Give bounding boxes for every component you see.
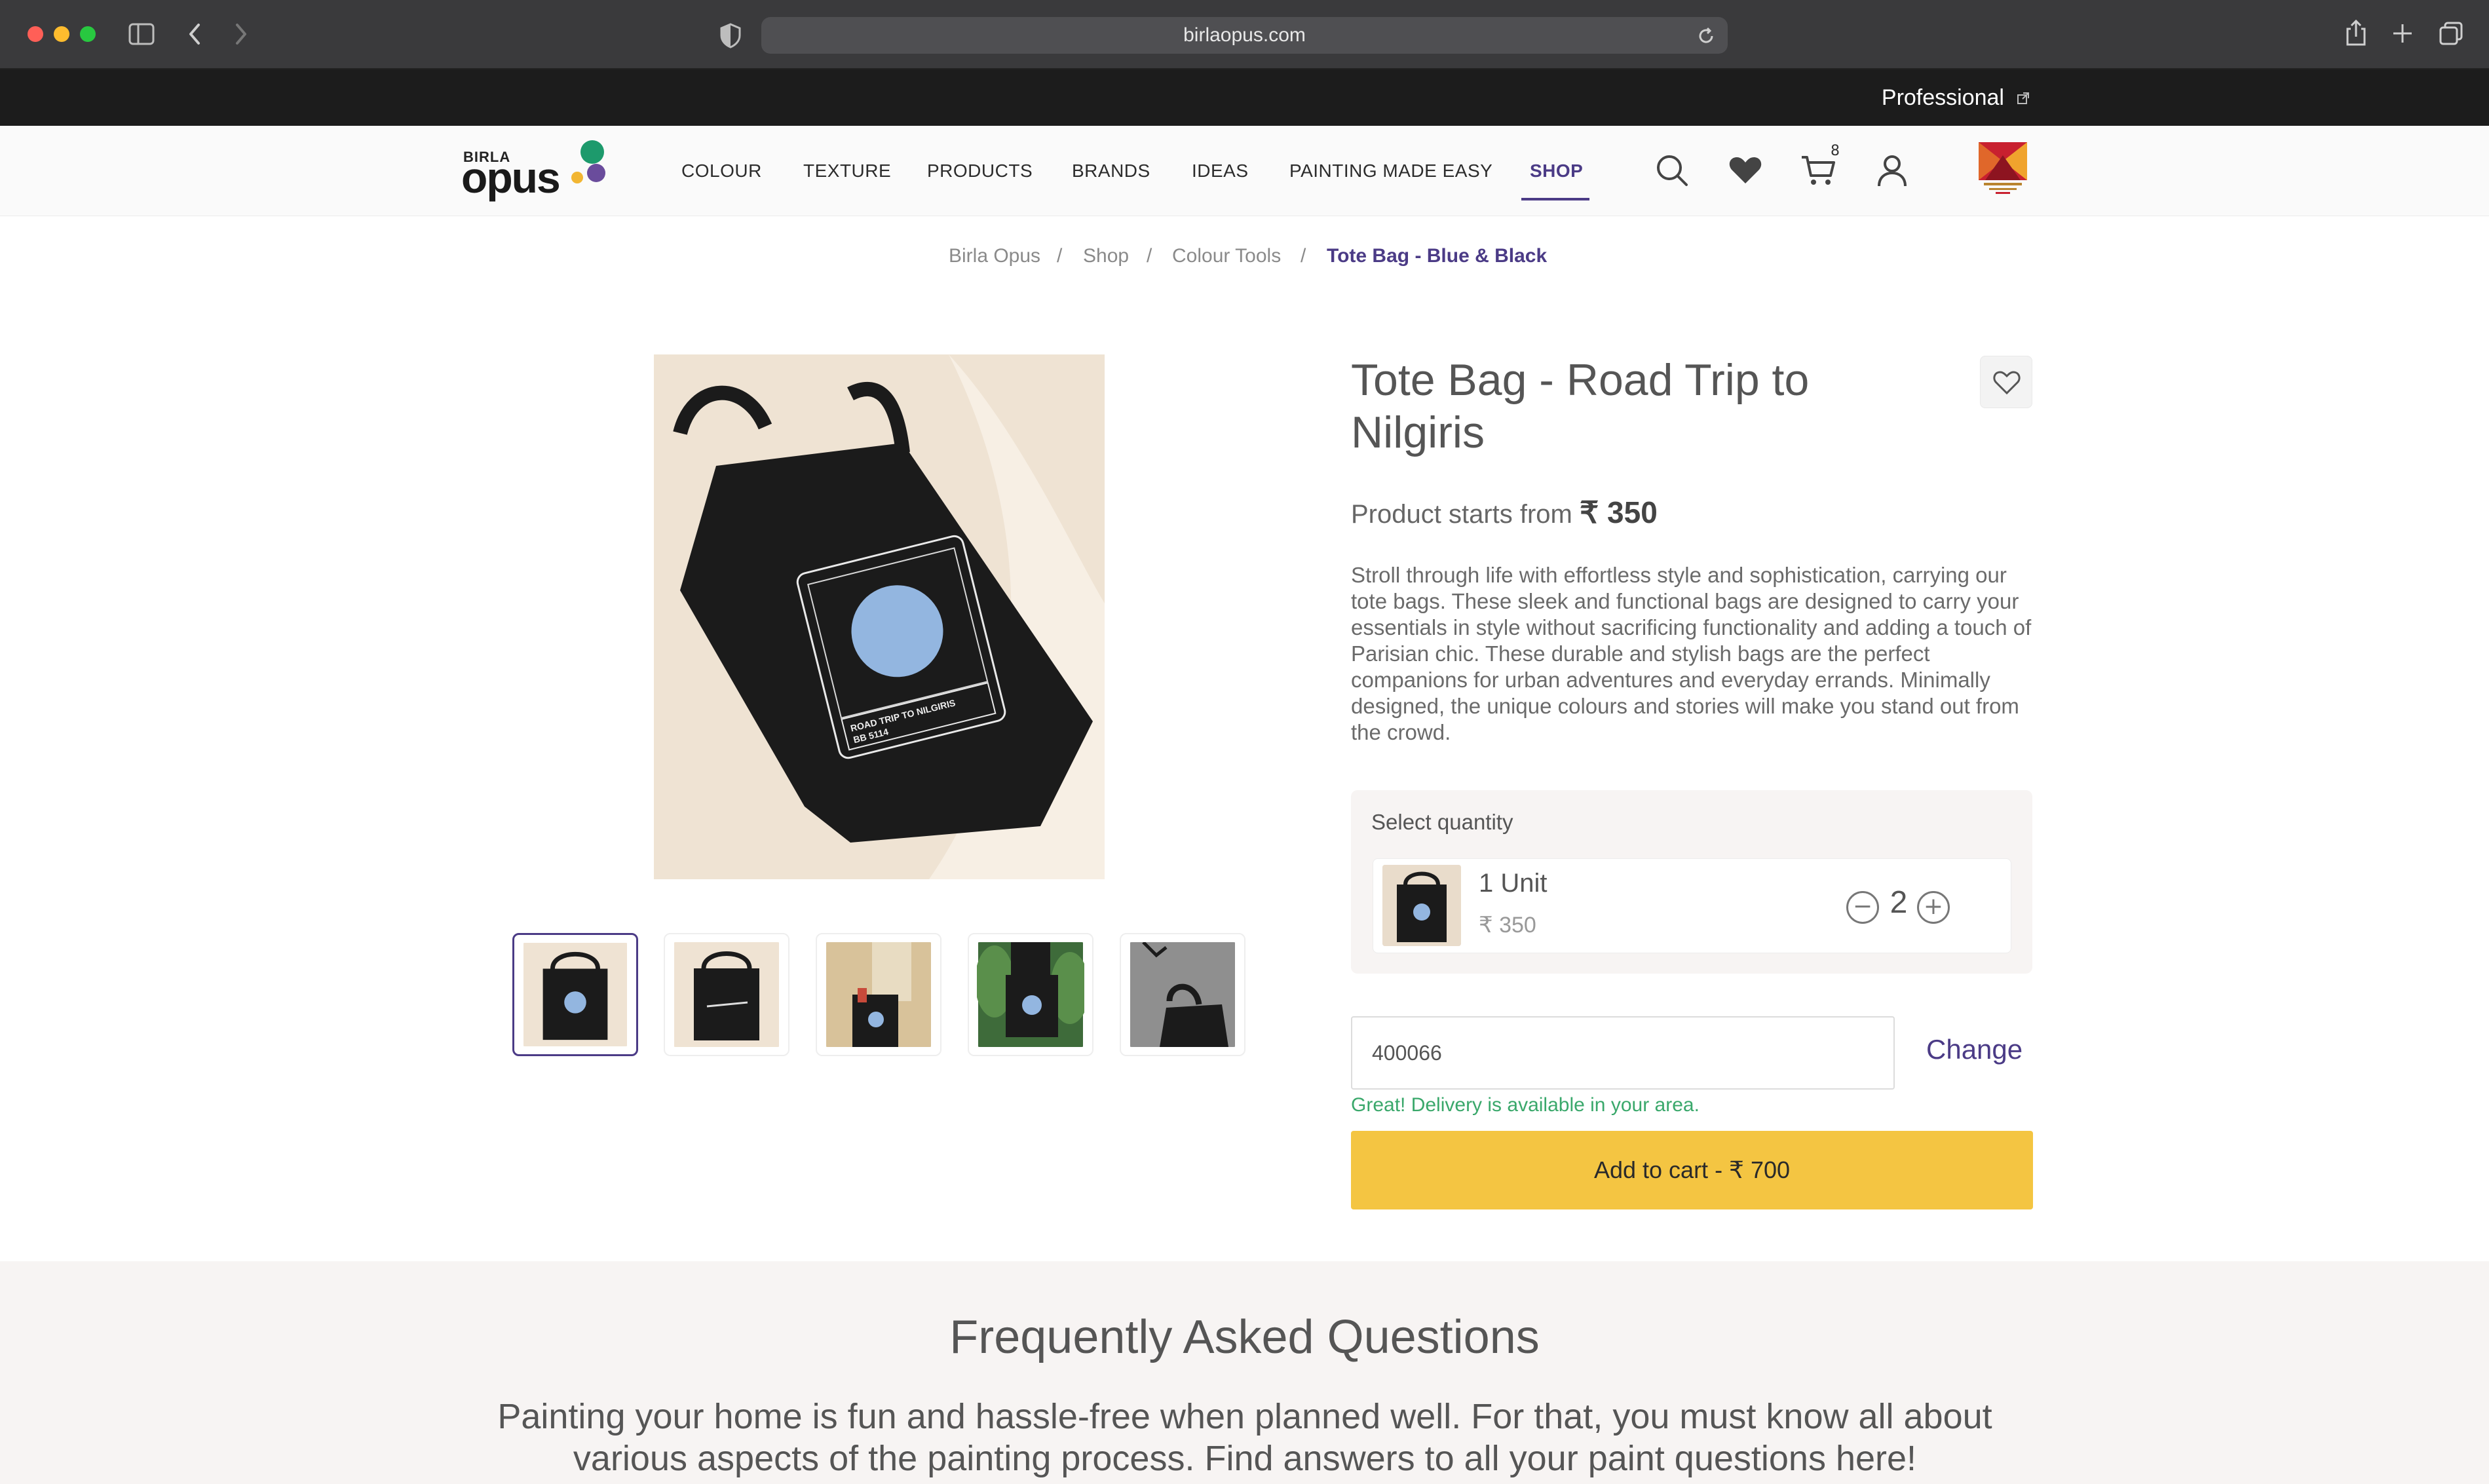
nav-products[interactable]: PRODUCTS xyxy=(927,126,1033,216)
nav-ideas[interactable]: IDEAS xyxy=(1192,126,1249,216)
product-thumbnail-3[interactable] xyxy=(816,933,941,1056)
forward-icon[interactable] xyxy=(231,21,250,47)
aditya-birla-logo[interactable] xyxy=(1979,142,2027,195)
pincode-input[interactable] xyxy=(1351,1016,1895,1090)
product-thumbnail-4[interactable] xyxy=(968,933,1093,1056)
minimize-window-button[interactable] xyxy=(54,26,69,42)
faq-subtitle: Painting your home is fun and hassle-fre… xyxy=(497,1397,1992,1478)
cart-count-badge: 8 xyxy=(1831,143,1840,159)
logo-yellow-dot xyxy=(571,172,583,183)
birla-opus-logo[interactable]: BIRLA opus xyxy=(459,139,609,204)
zoom-window-button[interactable] xyxy=(80,26,96,42)
faq-title: Frequently Asked Questions xyxy=(949,1311,1540,1363)
active-nav-underline xyxy=(1521,198,1589,200)
product-title: Tote Bag - Road Trip to Nilgiris xyxy=(1351,355,1810,457)
product-thumbnail-5[interactable] xyxy=(1120,933,1245,1056)
professional-bar: Professional xyxy=(0,69,2489,126)
heart-outline-icon xyxy=(1993,371,2021,395)
browser-toolbar: birlaopus.com xyxy=(0,0,2489,69)
external-link-icon xyxy=(2017,92,2030,105)
product-description: Stroll through life with effortless styl… xyxy=(1351,563,2032,744)
share-icon[interactable] xyxy=(2344,18,2368,47)
breadcrumb-colour-tools[interactable]: Colour Tools xyxy=(1172,245,1281,267)
shield-icon[interactable] xyxy=(719,22,742,48)
price-starts-from: Product starts from ₹ 350 xyxy=(1351,495,1658,530)
tabs-overview-icon[interactable] xyxy=(2439,21,2463,46)
breadcrumb-separator: / xyxy=(1057,245,1063,267)
breadcrumb-separator: / xyxy=(1301,245,1306,267)
breadcrumb-birla-opus[interactable]: Birla Opus xyxy=(949,245,1040,267)
nav-painting-made-easy[interactable]: PAINTING MADE EASY xyxy=(1289,126,1492,216)
product-main-image[interactable]: ROAD TRIP TO NILGIRIS BB 5114 xyxy=(654,354,1105,879)
sidebar-icon[interactable] xyxy=(128,22,155,46)
unit-name: 1 Unit xyxy=(1479,869,1548,898)
quantity-option-card xyxy=(1373,858,2011,953)
quantity-decrement-button[interactable]: − xyxy=(1846,891,1879,924)
logo-green-dot xyxy=(580,140,604,164)
unit-thumbnail xyxy=(1382,865,1461,946)
breadcrumb-separator: / xyxy=(1147,245,1152,267)
heart-icon[interactable] xyxy=(1726,151,1765,190)
add-to-cart-button[interactable]: Add to cart - ₹ 700 xyxy=(1351,1131,2033,1209)
product-thumbnail-1[interactable] xyxy=(512,933,638,1056)
new-tab-icon[interactable] xyxy=(2391,22,2414,45)
delivery-status-message: Great! Delivery is available in your are… xyxy=(1351,1094,1700,1116)
nav-texture[interactable]: TEXTURE xyxy=(803,126,891,216)
logo-purple-dot xyxy=(587,164,605,182)
user-icon[interactable] xyxy=(1872,151,1912,190)
nav-brands[interactable]: BRANDS xyxy=(1072,126,1150,216)
breadcrumb-current: Tote Bag - Blue & Black xyxy=(1327,245,1548,267)
close-window-button[interactable] xyxy=(28,26,43,42)
product-thumbnail-2[interactable] xyxy=(664,933,789,1056)
nav-colour[interactable]: COLOUR xyxy=(681,126,762,216)
change-pincode-link[interactable]: Change xyxy=(1926,1034,2023,1065)
reload-icon[interactable] xyxy=(1696,26,1716,46)
logo-big-text: opus xyxy=(461,153,561,202)
quantity-value: 2 xyxy=(1890,885,1908,920)
price-prefix: Product starts from xyxy=(1351,500,1572,529)
search-icon[interactable] xyxy=(1652,151,1692,190)
nav-shop[interactable]: SHOP xyxy=(1530,126,1583,216)
professional-link[interactable]: Professional xyxy=(1882,69,2004,126)
quantity-increment-button[interactable]: + xyxy=(1917,891,1950,924)
site-header: BIRLA opus COLOUR TEXTURE PRODUCTS BRAND… xyxy=(0,126,2489,216)
price-value: ₹ 350 xyxy=(1580,495,1658,529)
breadcrumb-shop[interactable]: Shop xyxy=(1083,245,1129,267)
quantity-label: Select quantity xyxy=(1371,810,1513,834)
wishlist-button[interactable] xyxy=(1980,356,2032,408)
address-bar[interactable]: birlaopus.com xyxy=(761,17,1728,54)
url-text: birlaopus.com xyxy=(1183,24,1306,46)
back-icon[interactable] xyxy=(185,21,205,47)
unit-price: ₹ 350 xyxy=(1479,913,1536,938)
